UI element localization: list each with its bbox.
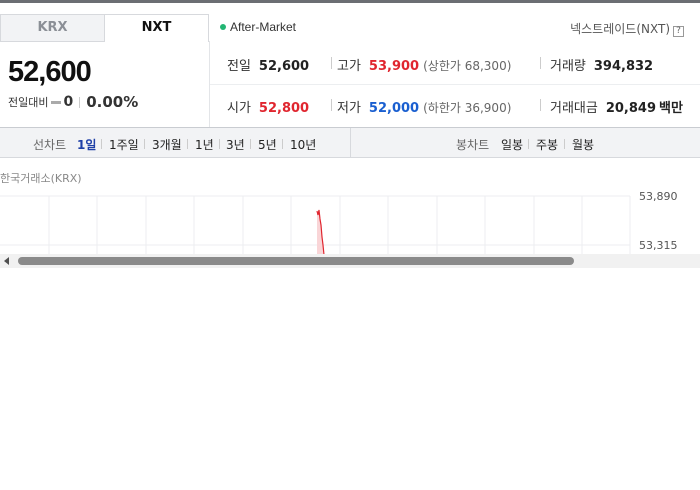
period-1d[interactable]: 1일 (77, 136, 96, 153)
stat-label: 거래대금 (550, 101, 598, 116)
price-chart[interactable]: 53,890 53,315 (0, 185, 700, 256)
stat-high: 고가 53,900 (상한가 68,300) (337, 55, 511, 74)
tab-krx[interactable]: KRX (0, 14, 105, 42)
divider (187, 139, 188, 149)
lower-limit: (하한가 36,900) (423, 101, 512, 115)
candle-daily[interactable]: 일봉 (501, 136, 523, 153)
scroll-left-icon[interactable] (4, 257, 9, 265)
change-percent: 0.00% (86, 93, 139, 111)
scroll-thumb[interactable] (18, 257, 574, 265)
session-status: After-Market (220, 20, 296, 34)
divider (250, 139, 251, 149)
period-1y[interactable]: 1년 (195, 136, 214, 153)
y-tick: 53,890 (639, 190, 678, 203)
tab-nxt[interactable]: NXT (104, 14, 209, 42)
period-10y[interactable]: 10년 (290, 136, 316, 153)
stat-label: 거래량 (550, 59, 586, 74)
stat-label: 시가 (227, 101, 251, 116)
y-tick: 53,315 (639, 239, 678, 252)
stat-value: 394,832 (593, 59, 654, 74)
market-tabs: KRX NXT (0, 14, 210, 42)
stat-value: 52,600 (258, 59, 310, 74)
stat-unit: 백만 (659, 101, 683, 116)
price-change: 전일대비 0 0.00% (8, 93, 138, 111)
divider (282, 139, 283, 149)
change-amount: 0 (63, 94, 74, 110)
divider (564, 139, 565, 149)
stat-trade-value: 거래대금 20,849 백만 (550, 97, 683, 116)
divider (540, 57, 541, 69)
candle-monthly[interactable]: 월봉 (572, 136, 594, 153)
divider (219, 139, 220, 149)
period-5y[interactable]: 5년 (258, 136, 277, 153)
divider (101, 139, 102, 149)
divider (79, 96, 81, 108)
provider: 넥스트레이드(NXT)? (570, 20, 684, 37)
divider (540, 99, 541, 111)
stat-value: 52,800 (258, 101, 310, 116)
provider-label: 넥스트레이드(NXT) (570, 22, 670, 36)
row-divider (210, 84, 700, 85)
divider (331, 99, 332, 111)
stat-prev-close: 전일 52,600 (227, 55, 309, 74)
stat-volume: 거래량 394,832 (550, 55, 653, 74)
chart-grid (0, 195, 631, 255)
stat-label: 전일 (227, 59, 251, 74)
current-price: 52,600 (8, 56, 92, 88)
candle-weekly[interactable]: 주봉 (536, 136, 558, 153)
help-icon[interactable]: ? (673, 26, 684, 37)
line-chart-label: 선차트 (33, 138, 67, 152)
stat-label: 고가 (337, 59, 361, 74)
period-3y[interactable]: 3년 (226, 136, 245, 153)
upper-limit: (상한가 68,300) (423, 59, 512, 73)
divider (528, 139, 529, 149)
chart-svg (0, 195, 631, 256)
stat-value: 52,000 (368, 101, 420, 116)
divider (331, 57, 332, 69)
stat-low: 저가 52,000 (하한가 36,900) (337, 97, 511, 116)
stat-value: 53,900 (368, 59, 420, 74)
top-border (0, 0, 700, 3)
period-3m[interactable]: 3개월 (152, 136, 182, 153)
divider (144, 139, 145, 149)
change-label: 전일대비 (8, 96, 49, 109)
flat-icon (51, 100, 62, 104)
session-label: After-Market (230, 20, 297, 34)
period-1w[interactable]: 1주일 (109, 136, 139, 153)
stat-value: 20,849 (605, 101, 657, 116)
divider (350, 128, 351, 158)
status-dot-icon (220, 24, 226, 30)
chart-scrollbar[interactable] (0, 254, 700, 268)
candle-chart-label: 봉차트 (456, 138, 490, 152)
stat-label: 저가 (337, 101, 361, 116)
chart-source: 한국거래소(KRX) (0, 172, 82, 185)
stat-open: 시가 52,800 (227, 97, 309, 116)
